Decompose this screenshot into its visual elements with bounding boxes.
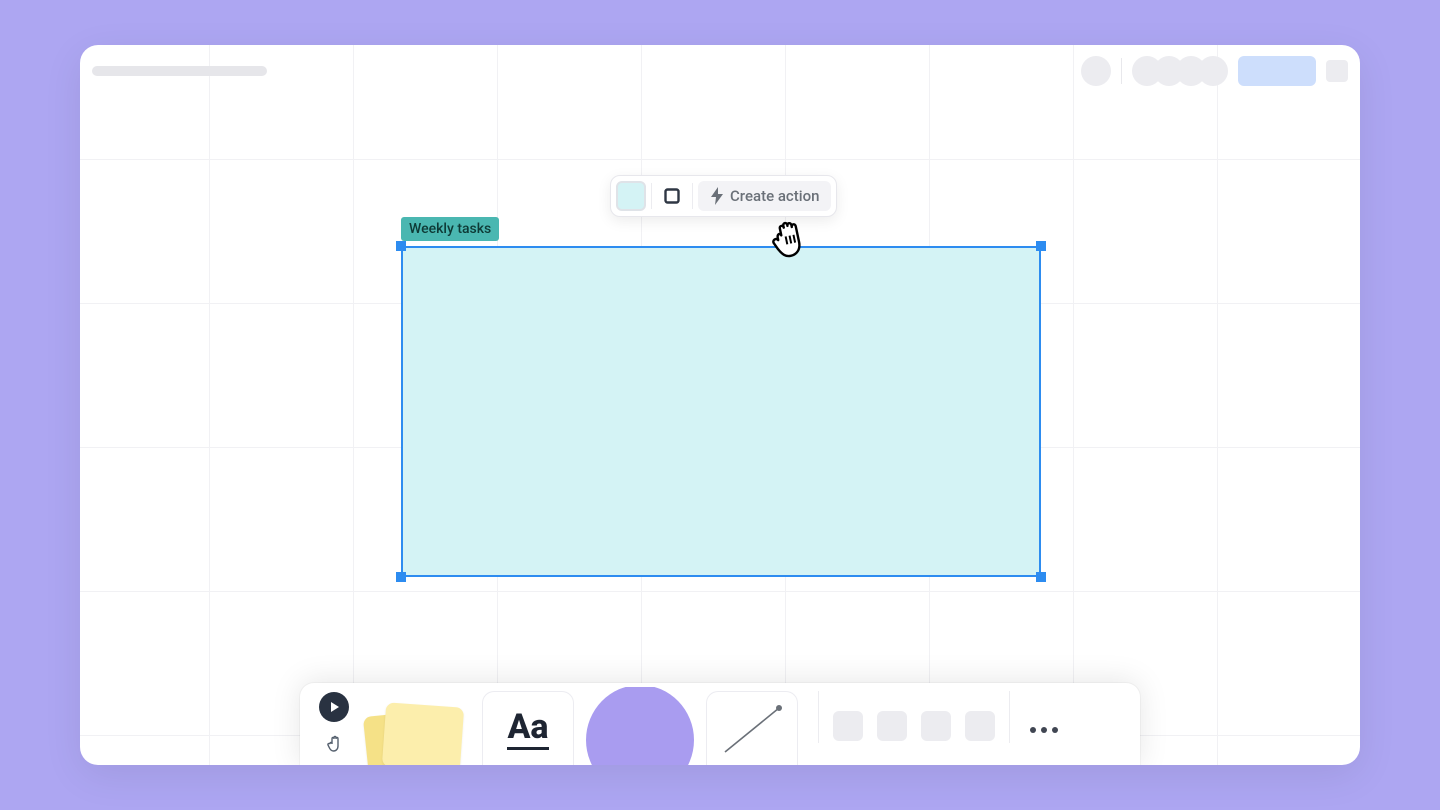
tool-placeholder[interactable] — [965, 711, 995, 741]
lightning-icon — [710, 187, 724, 205]
line-icon — [717, 700, 787, 760]
presence-owner-avatar[interactable] — [1081, 56, 1111, 86]
sticky-note-tool[interactable] — [360, 691, 470, 765]
connector-tool[interactable] — [706, 691, 798, 765]
resize-handle-bottom-left[interactable] — [396, 572, 406, 582]
context-toolbar-sep — [651, 183, 652, 209]
circle-icon — [586, 687, 694, 765]
app-window: Weekly tasks Create action — [80, 45, 1360, 765]
resize-handle-top-right[interactable] — [1036, 241, 1046, 251]
create-action-button[interactable]: Create action — [698, 181, 831, 211]
tool-placeholder[interactable] — [877, 711, 907, 741]
presence-avatar[interactable] — [1198, 56, 1228, 86]
share-button-placeholder[interactable] — [1238, 56, 1316, 86]
tool-placeholder[interactable] — [833, 711, 863, 741]
hand-icon — [324, 733, 344, 753]
tool-placeholder[interactable] — [921, 711, 951, 741]
pointer-mode-button[interactable] — [319, 692, 349, 722]
play-icon — [327, 700, 341, 714]
board-title-placeholder — [92, 66, 267, 76]
toolbox-separator — [1009, 691, 1010, 743]
selection-tag[interactable]: Weekly tasks — [401, 217, 499, 241]
resize-handle-bottom-right[interactable] — [1036, 572, 1046, 582]
toolbox-separator — [818, 691, 819, 743]
selected-shape[interactable] — [401, 246, 1041, 577]
toolbox-extra-tools — [833, 711, 995, 741]
topbar-menu-placeholder[interactable] — [1326, 60, 1348, 82]
context-toolbar: Create action — [610, 175, 837, 217]
topbar-divider — [1121, 58, 1122, 84]
text-tool-label: Aa — [507, 710, 548, 750]
more-tools-button[interactable] — [1030, 727, 1058, 733]
resize-handle-top-left[interactable] — [396, 241, 406, 251]
fill-color-swatch[interactable] — [616, 181, 646, 211]
pan-mode-button[interactable] — [319, 728, 349, 758]
shape-picker-button[interactable] — [657, 181, 687, 211]
sticky-icon — [382, 702, 464, 765]
text-tool[interactable]: Aa — [482, 691, 574, 765]
top-bar — [80, 45, 1360, 97]
presence-avatars — [1132, 56, 1228, 86]
shape-tool[interactable] — [586, 687, 694, 765]
square-icon — [663, 187, 681, 205]
create-action-label: Create action — [730, 187, 819, 205]
context-toolbar-sep — [692, 183, 693, 209]
toolbox-dock: Aa — [300, 683, 1140, 765]
